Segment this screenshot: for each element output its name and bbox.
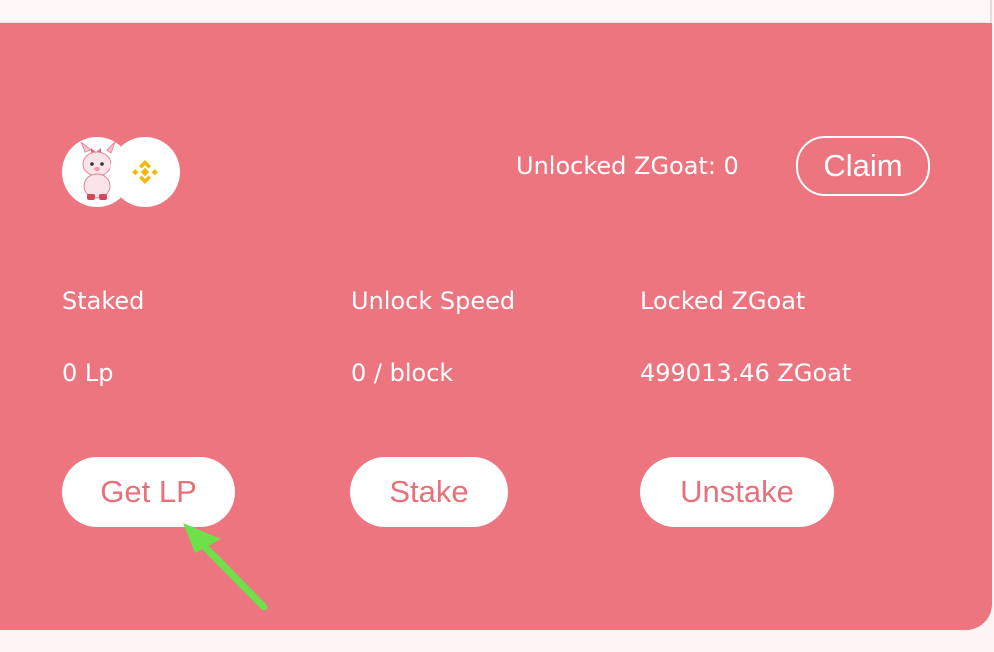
unlock-speed-value: 0 / block: [351, 359, 454, 387]
unlock-speed-label: Unlock Speed: [351, 287, 516, 315]
staked-value: 0 Lp: [62, 359, 114, 387]
bnb-icon: [110, 137, 180, 207]
unlocked-zgoat-text: Unlocked ZGoat: 0: [516, 152, 739, 180]
locked-zgoat-label: Locked ZGoat: [640, 287, 806, 315]
stake-button[interactable]: Stake: [350, 457, 508, 527]
staked-label: Staked: [62, 287, 145, 315]
claim-button[interactable]: Claim: [796, 136, 930, 196]
top-panel-edge: [0, 0, 992, 23]
pointer-arrow-icon: [183, 523, 268, 611]
token-pair: [62, 137, 182, 209]
locked-zgoat-value: 499013.46 ZGoat: [640, 359, 852, 387]
unstake-button[interactable]: Unstake: [640, 457, 834, 527]
farm-card: [0, 23, 992, 630]
